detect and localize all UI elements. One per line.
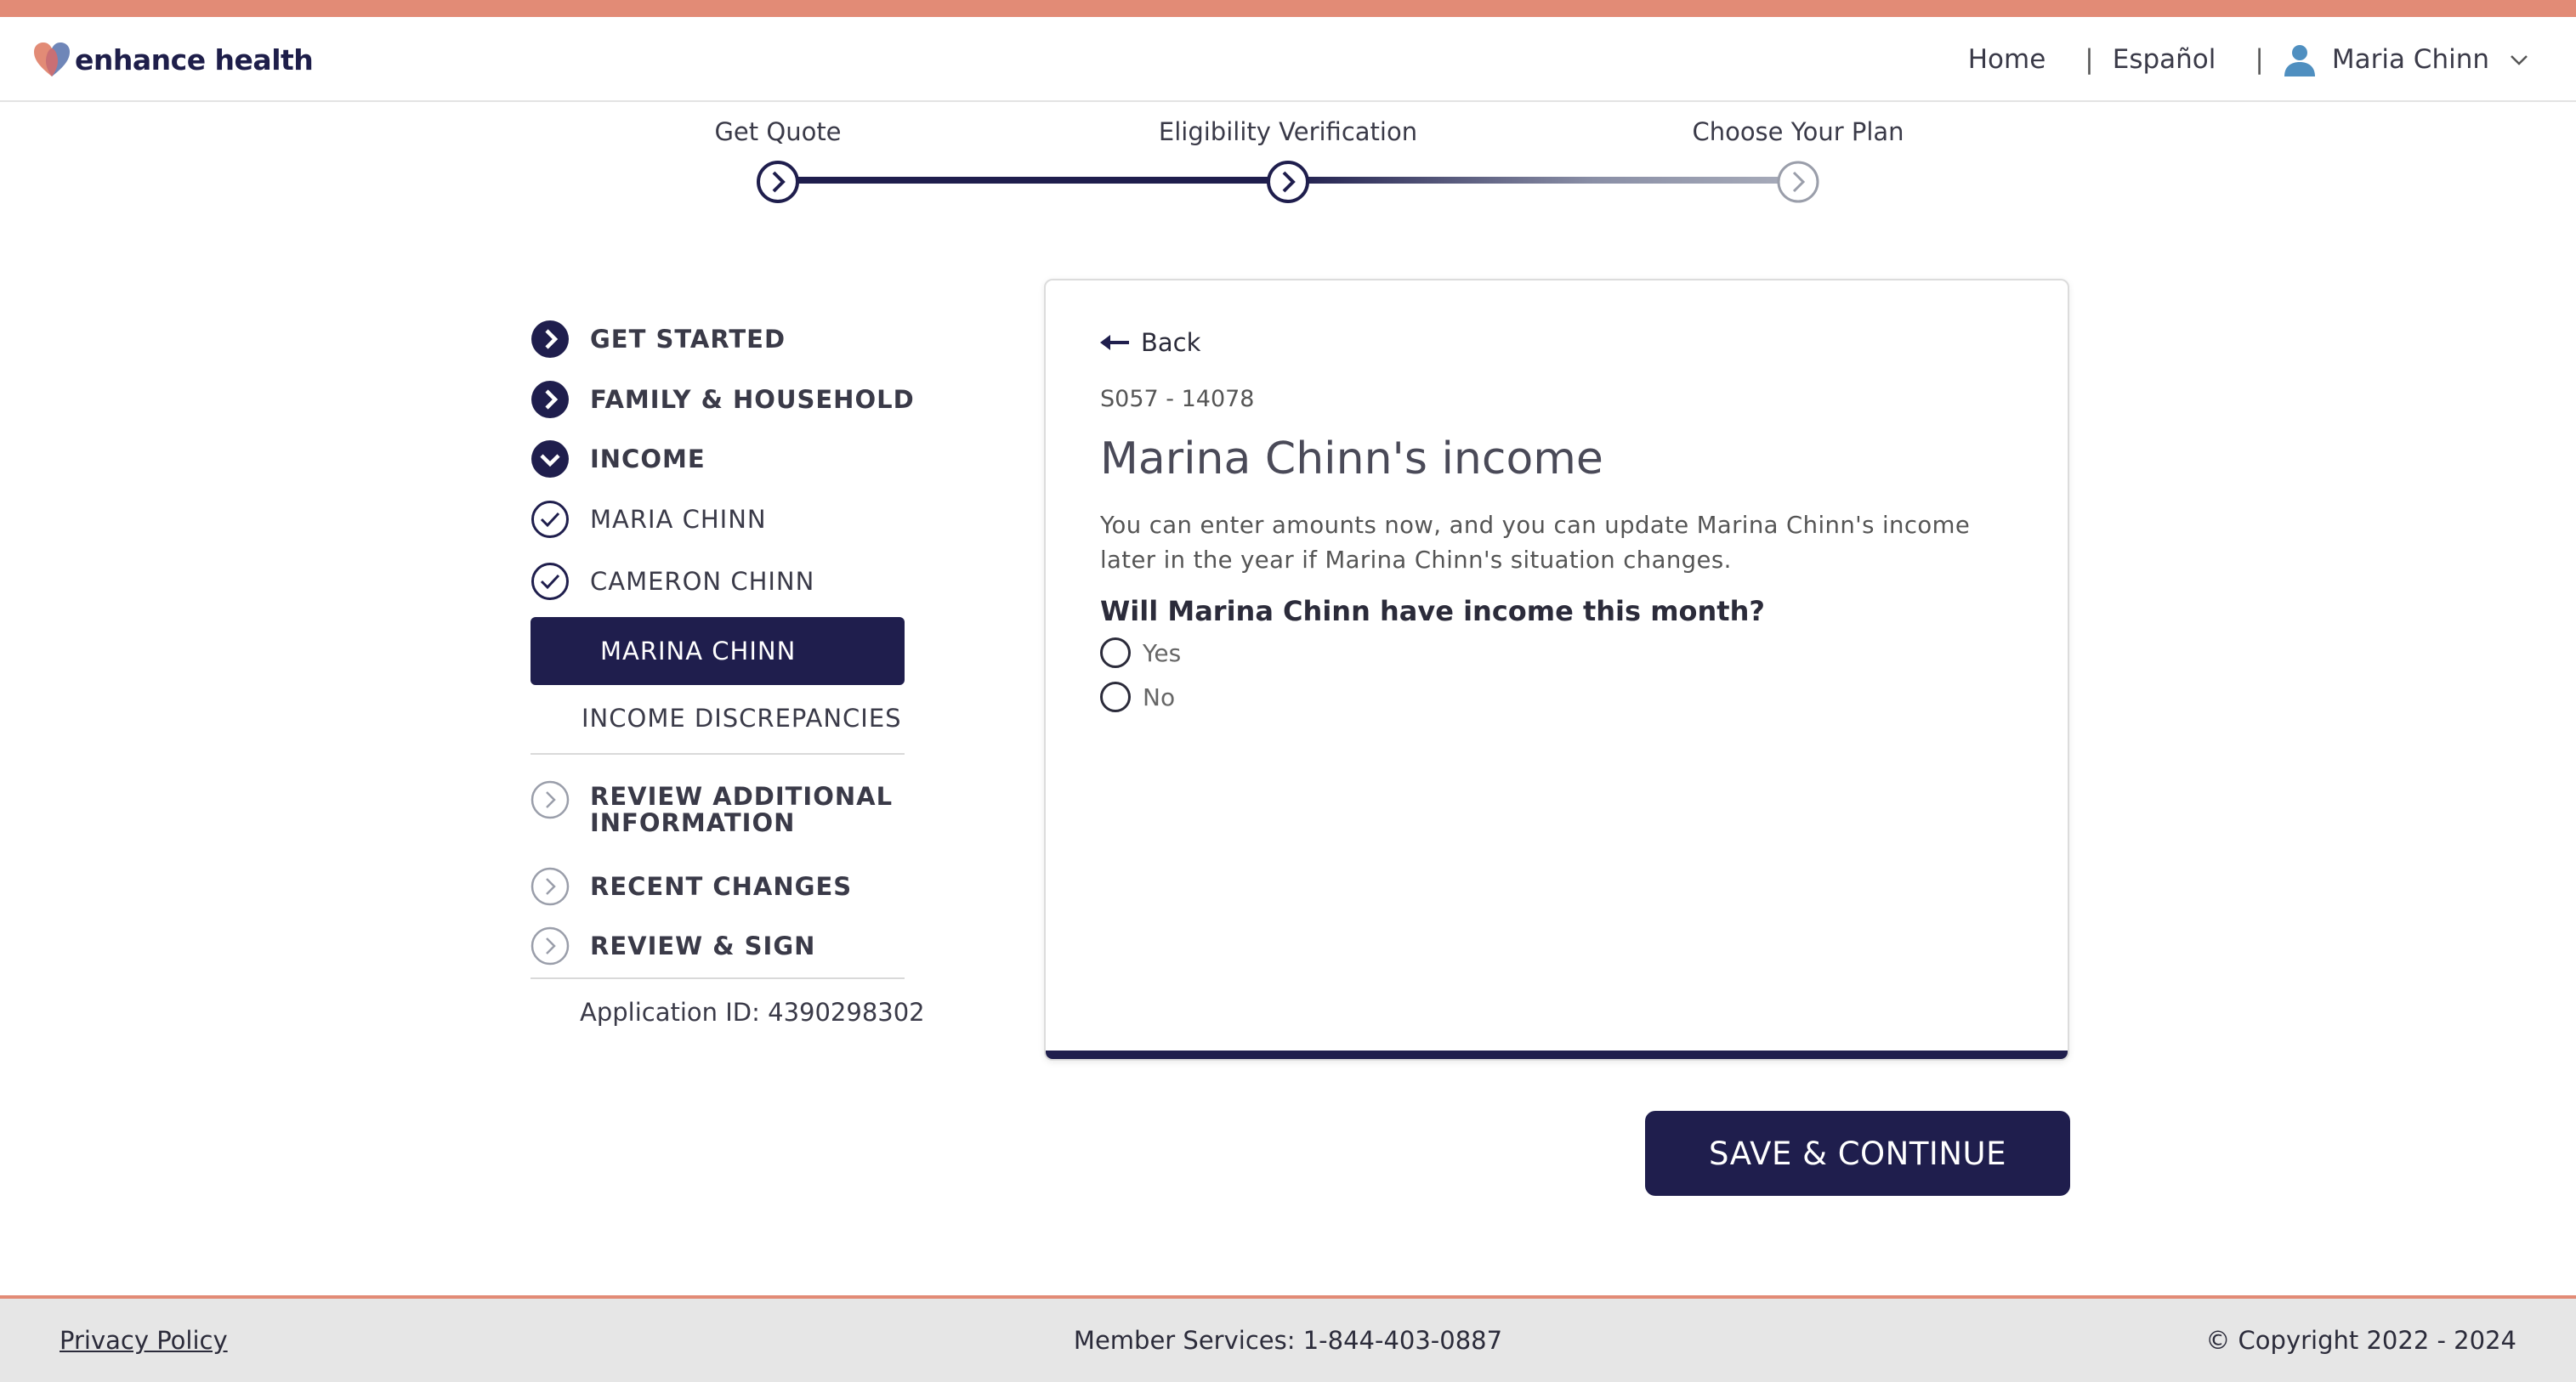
sidenav-get-started[interactable]: GET STARTED bbox=[531, 320, 786, 359]
chevron-down-filled-icon bbox=[531, 440, 569, 478]
member-services: Member Services: 1-844-403-0887 bbox=[1073, 1326, 1503, 1355]
nav-home-link[interactable]: Home bbox=[1968, 44, 2046, 75]
chevron-right-filled-icon bbox=[531, 320, 569, 358]
heart-logo-icon bbox=[34, 42, 70, 76]
logo[interactable]: enhance health bbox=[32, 41, 314, 78]
step-label-choose-plan: Choose Your Plan bbox=[1692, 117, 1904, 146]
radio-option-no[interactable]: No bbox=[1100, 682, 1175, 712]
top-nav: Home | Español | Maria Chinn bbox=[1968, 17, 2576, 102]
sidenav-review-sign[interactable]: REVIEW & SIGN bbox=[531, 926, 815, 966]
sidenav-member-marina-chinn-active[interactable]: MARINA CHINN bbox=[531, 617, 905, 685]
user-name: Maria Chinn bbox=[2331, 44, 2489, 75]
sidenav-member-cameron-chinn[interactable]: CAMERON CHINN bbox=[531, 562, 814, 601]
radio-option-yes[interactable]: Yes bbox=[1100, 637, 1181, 668]
sidenav-review-additional-line1: REVIEW ADDITIONAL bbox=[590, 782, 894, 811]
sidenav-income-discrepancies[interactable]: INCOME DISCREPANCIES bbox=[582, 704, 902, 733]
step-label-eligibility: Eligibility Verification bbox=[1158, 117, 1418, 146]
brand-name: enhance health bbox=[75, 42, 314, 76]
privacy-policy-link[interactable]: Privacy Policy bbox=[60, 1326, 228, 1355]
radio-button-no[interactable] bbox=[1100, 682, 1131, 712]
check-circle-icon bbox=[531, 501, 569, 538]
user-icon bbox=[2284, 45, 2315, 76]
step-connector-complete bbox=[778, 177, 1288, 184]
page-title: Marina Chinn's income bbox=[1100, 433, 1603, 484]
chevron-right-outline-icon bbox=[531, 780, 570, 819]
income-form-card: Back S057 - 14078 Marina Chinn's income … bbox=[1044, 279, 2069, 1061]
user-menu[interactable]: Maria Chinn bbox=[2283, 42, 2532, 76]
save-continue-button[interactable]: SAVE & CONTINUE bbox=[1645, 1111, 2070, 1196]
chevron-right-outline-icon bbox=[531, 926, 570, 966]
sidenav-member-maria-chinn[interactable]: MARIA CHINN bbox=[531, 500, 767, 539]
top-accent-bar bbox=[0, 0, 2576, 17]
footer: Privacy Policy Member Services: 1-844-40… bbox=[0, 1295, 2576, 1382]
card-bottom-bar bbox=[1046, 1051, 2068, 1059]
step-3-chevron-icon[interactable] bbox=[1776, 160, 1820, 204]
radio-label-no: No bbox=[1143, 683, 1176, 711]
income-description: You can enter amounts now, and you can u… bbox=[1100, 512, 1971, 574]
back-link[interactable]: Back bbox=[1100, 328, 1200, 357]
sidenav-family-household[interactable]: FAMILY & HOUSEHOLD bbox=[531, 380, 915, 419]
arrow-left-icon bbox=[1100, 335, 1129, 350]
radio-label-yes: Yes bbox=[1143, 638, 1182, 667]
chevron-down-icon bbox=[2511, 55, 2528, 65]
sidenav-review-additional-information[interactable]: REVIEW ADDITIONAL INFORMATION bbox=[531, 780, 893, 836]
sidenav-divider bbox=[531, 977, 905, 979]
chevron-right-outline-icon bbox=[531, 867, 570, 906]
case-id: S057 - 14078 bbox=[1100, 386, 1255, 412]
sidenav-recent-changes[interactable]: RECENT CHANGES bbox=[531, 867, 852, 906]
progress-stepper: Get Quote Eligibility Verification Choos… bbox=[0, 102, 2576, 238]
step-2-chevron-icon[interactable] bbox=[1266, 160, 1310, 204]
step-1-chevron-icon[interactable] bbox=[756, 160, 800, 204]
header: enhance health Home | Español | Maria Ch… bbox=[0, 17, 2576, 102]
radio-button-yes[interactable] bbox=[1100, 637, 1131, 668]
chevron-right-filled-icon bbox=[531, 381, 569, 418]
nav-separator: | bbox=[2085, 44, 2094, 75]
step-connector-partial bbox=[1288, 177, 1798, 184]
back-label: Back bbox=[1141, 328, 1201, 357]
copyright: © Copyright 2022 - 2024 bbox=[2205, 1326, 2516, 1355]
step-label-get-quote: Get Quote bbox=[714, 117, 842, 146]
sidenav-income[interactable]: INCOME bbox=[531, 439, 706, 479]
nav-language-link[interactable]: Español bbox=[2113, 44, 2216, 75]
application-id: Application ID: 4390298302 bbox=[580, 998, 925, 1027]
sidenav-divider bbox=[531, 753, 905, 755]
check-circle-icon bbox=[531, 563, 569, 600]
income-question: Will Marina Chinn have income this month… bbox=[1100, 595, 1765, 627]
sidenav-review-additional-line2: INFORMATION bbox=[590, 808, 796, 837]
nav-separator: | bbox=[2255, 44, 2264, 75]
